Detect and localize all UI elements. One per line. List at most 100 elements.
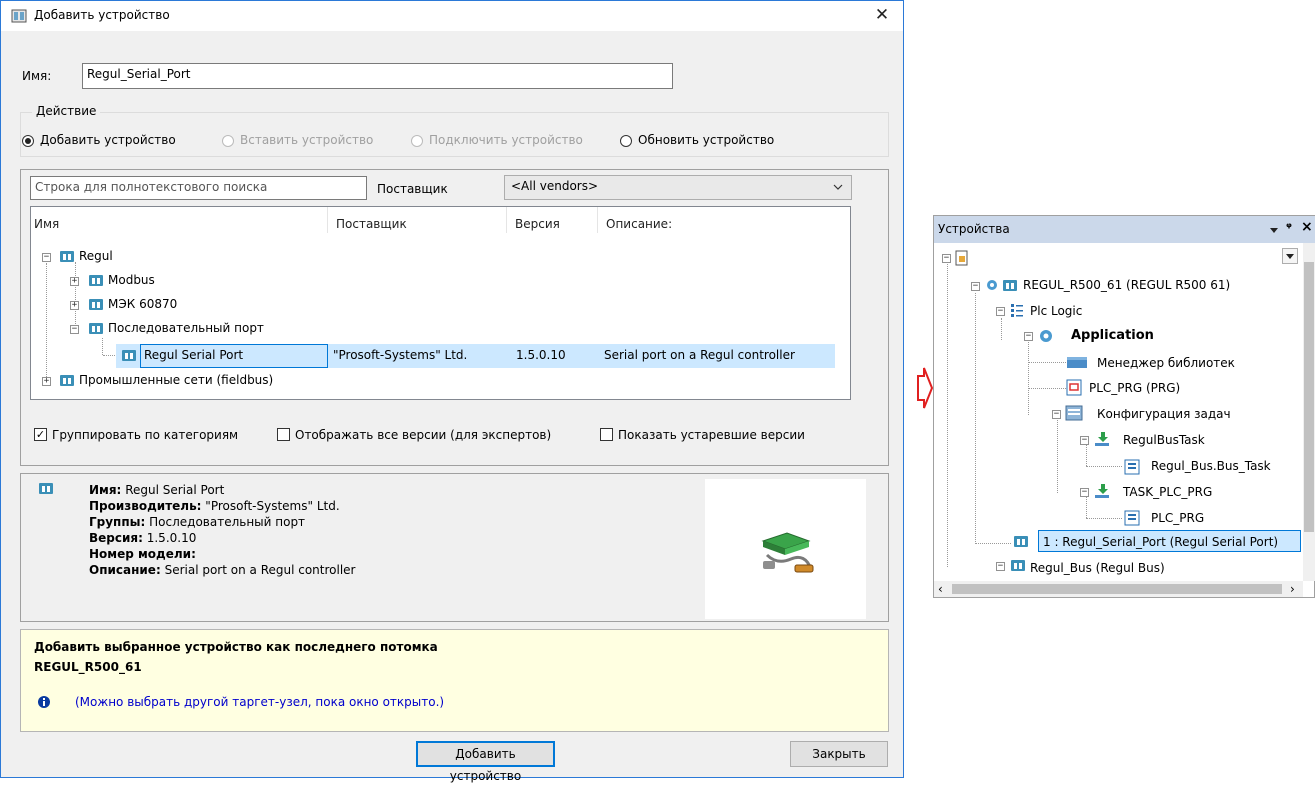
chevron-down-icon <box>1286 254 1294 259</box>
tree-dropdown-button[interactable] <box>1282 248 1298 264</box>
search-input[interactable]: Строка для полнотекстового поиска <box>30 176 367 200</box>
expand-icon[interactable]: + <box>70 301 79 310</box>
col-header-vendor[interactable]: Поставщик <box>336 217 407 231</box>
row-description: Serial port on a Regul controller <box>604 348 795 362</box>
scroll-left-icon[interactable]: ‹ <box>938 582 943 596</box>
show-outdated-checkbox[interactable] <box>600 428 613 441</box>
device-icon <box>39 483 53 494</box>
radio-add-device[interactable]: Добавить устройство <box>22 133 222 149</box>
scrollbar-thumb[interactable] <box>1304 262 1314 532</box>
devices-title: Устройства <box>938 222 1010 236</box>
radio-insert-device-indicator[interactable] <box>222 135 234 147</box>
col-separator[interactable] <box>597 207 598 233</box>
devtree-item-plc-prg[interactable]: PLC_PRG <box>1151 511 1204 525</box>
col-header-description[interactable]: Описание: <box>606 217 672 231</box>
dialog-title: Добавить устройство <box>34 8 170 22</box>
devtree-item-plc-logic[interactable]: Plc Logic <box>1030 304 1082 318</box>
collapse-icon[interactable]: − <box>1024 332 1033 341</box>
radio-update-device[interactable]: Обновить устройство <box>620 133 820 149</box>
devtree-item-regul-bus[interactable]: Regul_Bus (Regul Bus) <box>1030 561 1165 575</box>
radio-plug-device-indicator[interactable] <box>411 135 423 147</box>
show-all-versions-checkbox[interactable] <box>277 428 290 441</box>
device-icon <box>60 251 74 262</box>
collapse-icon[interactable]: − <box>1080 436 1089 445</box>
tree-line <box>1057 418 1058 493</box>
name-label: Имя: <box>22 69 52 83</box>
collapse-icon[interactable]: − <box>971 282 980 291</box>
col-separator[interactable] <box>327 207 328 233</box>
dropdown-icon[interactable] <box>1270 228 1278 233</box>
devtree-item-bus-task[interactable]: Regul_Bus.Bus_Task <box>1151 459 1271 473</box>
info-desc-value: Serial port on a Regul controller <box>164 563 356 577</box>
row-version: 1.5.0.10 <box>516 348 566 362</box>
tree-item-regul[interactable]: Regul <box>79 249 113 263</box>
tree-line <box>103 355 117 356</box>
tree-item-fieldbus[interactable]: Промышленные сети (fieldbus) <box>79 373 273 387</box>
group-by-category-label[interactable]: Группировать по категориям <box>52 428 238 442</box>
radio-update-device-label: Обновить устройство <box>638 133 775 147</box>
devtree-item-library-manager[interactable]: Менеджер библиотек <box>1097 356 1235 370</box>
col-header-version[interactable]: Версия <box>515 217 560 231</box>
devtree-item-plc[interactable]: REGUL_R500_61 (REGUL R500 61) <box>1023 278 1230 292</box>
tree-line <box>1028 342 1029 415</box>
info-desc-key: Описание: <box>89 563 161 577</box>
expand-icon[interactable]: − <box>996 562 1005 571</box>
device-icon <box>1014 536 1028 547</box>
radio-insert-device[interactable]: Вставить устройство <box>222 133 402 149</box>
device-icon <box>89 323 103 334</box>
pin-icon[interactable]: ᵠ <box>1286 220 1292 234</box>
devtree-item-regulbustask[interactable]: RegulBusTask <box>1123 433 1205 447</box>
devtree-item-task-config[interactable]: Конфигурация задач <box>1097 407 1231 421</box>
app-icon <box>11 9 27 23</box>
project-icon <box>955 250 968 266</box>
tree-item-serial-port-group[interactable]: Последовательный порт <box>108 321 264 335</box>
tree-line <box>1001 318 1002 340</box>
device-icon <box>1003 280 1017 291</box>
close-icon[interactable]: ✕ <box>870 4 894 26</box>
radio-update-device-indicator[interactable] <box>620 135 632 147</box>
hint-line1: Добавить выбранное устройство как послед… <box>34 640 438 654</box>
devtree-item-application[interactable]: Application <box>1071 328 1154 343</box>
scroll-right-icon[interactable]: › <box>1290 582 1295 596</box>
col-header-name[interactable]: Имя <box>34 217 59 231</box>
devtree-item-task-plc-prg[interactable]: TASK_PLC_PRG <box>1123 485 1212 499</box>
tree-line <box>1086 444 1087 466</box>
collapse-icon[interactable]: − <box>996 307 1005 316</box>
add-device-button[interactable]: Добавить устройство <box>416 741 555 783</box>
device-icon <box>60 375 74 386</box>
collapse-icon[interactable]: − <box>1080 488 1089 497</box>
chevron-down-icon[interactable] <box>833 184 843 190</box>
action-group-label: Действие <box>32 104 101 118</box>
tree-line <box>975 543 1011 544</box>
h-scrollbar-thumb[interactable] <box>952 584 1282 594</box>
info-version-key: Версия: <box>89 531 143 545</box>
close-button[interactable]: Закрыть <box>790 741 888 767</box>
panel-close-icon[interactable]: × <box>1301 219 1313 235</box>
info-vendor-key: Производитель: <box>89 499 202 513</box>
show-all-versions-label[interactable]: Отображать все версии (для экспертов) <box>295 428 551 442</box>
tree-item-iec60870[interactable]: МЭК 60870 <box>108 297 177 311</box>
radio-add-device-indicator[interactable] <box>22 135 34 147</box>
devtree-item-serial-port[interactable]: 1 : Regul_Serial_Port (Regul Serial Port… <box>1043 535 1278 549</box>
expand-icon[interactable]: + <box>42 377 51 386</box>
collapse-icon[interactable]: − <box>70 325 79 334</box>
expand-icon[interactable]: + <box>70 277 79 286</box>
radio-plug-device[interactable]: Подключить устройство <box>411 133 611 149</box>
tree-line <box>1028 388 1066 389</box>
collapse-icon[interactable]: − <box>942 254 951 263</box>
devtree-item-plc-prg-prg[interactable]: PLC_PRG (PRG) <box>1089 381 1180 395</box>
group-by-category-checkbox[interactable]: ✓ <box>34 428 47 441</box>
show-outdated-label[interactable]: Показать устаревшие версии <box>618 428 805 442</box>
tree-item-modbus[interactable]: Modbus <box>108 273 155 287</box>
tree-line <box>947 261 948 567</box>
task-config-icon <box>1065 405 1083 421</box>
name-input[interactable]: Regul_Serial_Port <box>82 63 673 89</box>
collapse-icon[interactable]: − <box>42 253 51 262</box>
col-separator[interactable] <box>506 207 507 233</box>
vendor-select-value: <All vendors> <box>511 179 599 193</box>
info-model-key: Номер модели: <box>89 547 196 561</box>
tree-line <box>975 293 976 544</box>
gear-icon <box>987 280 997 290</box>
vendor-select[interactable]: <All vendors> <box>504 175 852 200</box>
collapse-icon[interactable]: − <box>1052 410 1061 419</box>
